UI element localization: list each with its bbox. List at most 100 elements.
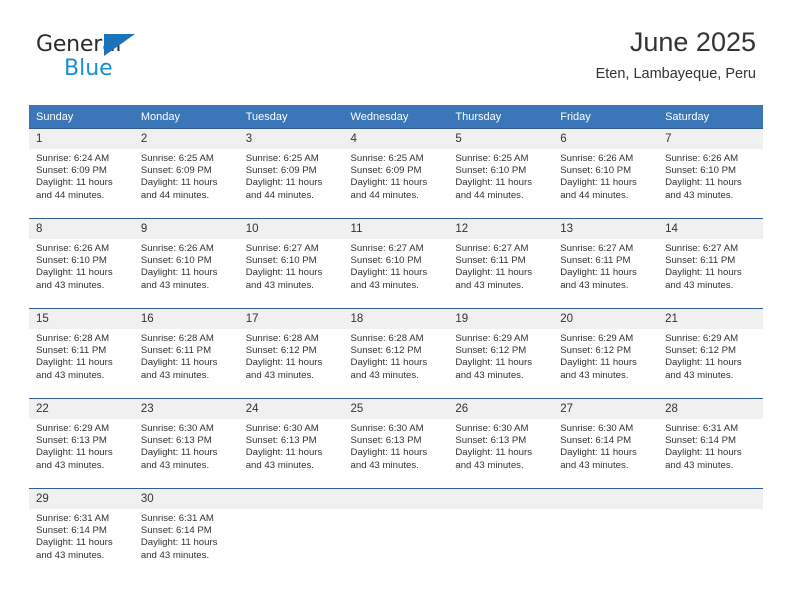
- calendar-day-cell-empty: [343, 488, 449, 578]
- sunset-text: Sunset: 6:13 PM: [36, 435, 107, 447]
- daylight-text-line1: Daylight: 11 hours: [560, 177, 637, 189]
- calendar-day-cell[interactable]: 11 Sunrise: 6:27 AM Sunset: 6:10 PM Dayligh…: [343, 218, 449, 309]
- sunset-text: Sunset: 6:09 PM: [245, 165, 317, 177]
- day-number: [448, 489, 554, 509]
- calendar-day-cell[interactable]: 2 Sunrise: 6:25 AM Sunset: 6:09 PM Daylight…: [133, 128, 239, 219]
- calendar-day-cell[interactable]: 21 Sunrise: 6:29 AM Sunset: 6:12 PM Dayligh…: [658, 308, 763, 399]
- day-info: Sunrise: 6:24 AM Sunset: 6:09 PM Daylight:…: [29, 149, 134, 202]
- daylight-text-line2: and 43 minutes.: [140, 549, 210, 561]
- calendar-day-cell[interactable]: 6 Sunrise: 6:26 AM Sunset: 6:10 PM Daylight…: [553, 128, 659, 219]
- daylight-text-line2: and 43 minutes.: [560, 369, 629, 381]
- weekday-header-wednesday: Wednesday: [343, 105, 449, 129]
- day-number: 9: [133, 219, 239, 239]
- day-cell-content: 29 Sunrise: 6:31 AM Sunset: 6:14 PM Dayligh…: [29, 489, 134, 578]
- calendar-day-cell[interactable]: 5 Sunrise: 6:25 AM Sunset: 6:10 PM Daylight…: [448, 128, 554, 219]
- day-cell-content: [553, 489, 659, 578]
- sunset-text: Sunset: 6:09 PM: [350, 165, 422, 177]
- calendar-day-cell[interactable]: 10 Sunrise: 6:27 AM Sunset: 6:10 PM Dayligh…: [238, 218, 344, 309]
- sunset-text: Sunset: 6:14 PM: [140, 525, 212, 537]
- sunrise-text: Sunrise: 6:26 AM: [36, 243, 110, 254]
- calendar-day-cell[interactable]: 24 Sunrise: 6:30 AM Sunset: 6:13 PM Dayligh…: [238, 398, 344, 489]
- day-cell-content: 1 Sunrise: 6:24 AM Sunset: 6:09 PM Daylight…: [29, 129, 134, 218]
- day-info: Sunrise: 6:27 AM Sunset: 6:10 PM Daylight:…: [239, 239, 344, 292]
- sunrise-text: Sunrise: 6:25 AM: [350, 153, 424, 164]
- sunrise-text: Sunrise: 6:29 AM: [665, 333, 739, 344]
- day-number: 11: [343, 219, 449, 239]
- day-info: Sunrise: 6:27 AM Sunset: 6:11 PM Daylight:…: [553, 239, 658, 292]
- day-number: 22: [29, 399, 134, 419]
- calendar-day-cell[interactable]: 25 Sunrise: 6:30 AM Sunset: 6:13 PM Dayligh…: [343, 398, 449, 489]
- daylight-text-line1: Daylight: 11 hours: [140, 267, 218, 279]
- calendar-day-cell[interactable]: 15 Sunrise: 6:28 AM Sunset: 6:11 PM Dayligh…: [29, 308, 134, 399]
- day-number: [238, 489, 344, 509]
- calendar-day-cell[interactable]: 19 Sunrise: 6:29 AM Sunset: 6:12 PM Dayligh…: [448, 308, 554, 399]
- calendar-day-cell[interactable]: 3 Sunrise: 6:25 AM Sunset: 6:09 PM Daylight…: [238, 128, 344, 219]
- day-cell-content: [238, 489, 344, 578]
- sunrise-text: Sunrise: 6:29 AM: [36, 423, 110, 434]
- calendar-day-cell[interactable]: 14 Sunrise: 6:27 AM Sunset: 6:11 PM Dayligh…: [658, 218, 763, 309]
- day-number: 14: [658, 219, 763, 239]
- calendar-day-cell[interactable]: 20 Sunrise: 6:29 AM Sunset: 6:12 PM Dayligh…: [553, 308, 659, 399]
- calendar-day-cell[interactable]: 9 Sunrise: 6:26 AM Sunset: 6:10 PM Daylight…: [133, 218, 239, 309]
- day-info: Sunrise: 6:29 AM Sunset: 6:12 PM Daylight:…: [553, 329, 658, 382]
- calendar-day-cell[interactable]: 12 Sunrise: 6:27 AM Sunset: 6:11 PM Dayligh…: [448, 218, 554, 309]
- day-info: Sunrise: 6:25 AM Sunset: 6:09 PM Daylight:…: [344, 149, 449, 202]
- day-number: 13: [553, 219, 659, 239]
- sunrise-text: Sunrise: 6:31 AM: [36, 513, 110, 524]
- day-info: Sunrise: 6:28 AM Sunset: 6:11 PM Daylight:…: [29, 329, 134, 382]
- day-info: Sunrise: 6:26 AM Sunset: 6:10 PM Daylight:…: [553, 149, 658, 202]
- day-info: Sunrise: 6:30 AM Sunset: 6:13 PM Daylight:…: [239, 419, 344, 472]
- day-info: Sunrise: 6:26 AM Sunset: 6:10 PM Daylight:…: [134, 239, 239, 292]
- calendar-day-cell[interactable]: 8 Sunrise: 6:26 AM Sunset: 6:10 PM Daylight…: [29, 218, 134, 309]
- sunset-text: Sunset: 6:09 PM: [140, 165, 212, 177]
- calendar-day-cell[interactable]: 29 Sunrise: 6:31 AM Sunset: 6:14 PM Dayligh…: [29, 488, 134, 578]
- brand-logo[interactable]: General Blue: [36, 33, 166, 83]
- day-number: 17: [238, 309, 344, 329]
- calendar-day-cell[interactable]: 28 Sunrise: 6:31 AM Sunset: 6:14 PM Dayligh…: [658, 398, 763, 489]
- calendar-day-cell[interactable]: 18 Sunrise: 6:28 AM Sunset: 6:12 PM Dayligh…: [343, 308, 449, 399]
- calendar-day-cell[interactable]: 1 Sunrise: 6:24 AM Sunset: 6:09 PM Daylight…: [29, 128, 134, 219]
- sunset-text: Sunset: 6:13 PM: [245, 435, 317, 447]
- calendar-day-cell[interactable]: 27 Sunrise: 6:30 AM Sunset: 6:14 PM Dayligh…: [553, 398, 659, 489]
- calendar-day-cell[interactable]: 26 Sunrise: 6:30 AM Sunset: 6:13 PM Dayligh…: [448, 398, 554, 489]
- day-info: Sunrise: 6:29 AM Sunset: 6:12 PM Daylight:…: [448, 329, 553, 382]
- calendar-week-row: 22 Sunrise: 6:29 AM Sunset: 6:13 PM Dayligh…: [29, 398, 763, 489]
- calendar-day-cell-empty: [238, 488, 344, 578]
- day-cell-content: 25 Sunrise: 6:30 AM Sunset: 6:13 PM Dayligh…: [343, 399, 449, 488]
- day-number: 15: [29, 309, 134, 329]
- daylight-text-line1: Daylight: 11 hours: [245, 177, 323, 189]
- weekday-header-sunday: Sunday: [29, 105, 134, 129]
- daylight-text-line1: Daylight: 11 hours: [455, 177, 532, 189]
- daylight-text-line1: Daylight: 11 hours: [350, 267, 428, 279]
- day-info: Sunrise: 6:25 AM Sunset: 6:09 PM Daylight:…: [134, 149, 239, 202]
- sunrise-text: Sunrise: 6:27 AM: [455, 243, 529, 254]
- day-number: 1: [29, 129, 134, 149]
- weekday-header-friday: Friday: [553, 105, 659, 129]
- calendar-day-cell[interactable]: 16 Sunrise: 6:28 AM Sunset: 6:11 PM Dayligh…: [133, 308, 239, 399]
- sunrise-text: Sunrise: 6:25 AM: [140, 153, 214, 164]
- day-number: [553, 489, 659, 509]
- calendar-day-cell[interactable]: 23 Sunrise: 6:30 AM Sunset: 6:13 PM Dayligh…: [133, 398, 239, 489]
- day-number: 27: [553, 399, 659, 419]
- calendar-day-cell[interactable]: 22 Sunrise: 6:29 AM Sunset: 6:13 PM Dayligh…: [29, 398, 134, 489]
- day-info: Sunrise: 6:27 AM Sunset: 6:11 PM Daylight:…: [658, 239, 763, 292]
- daylight-text-line2: and 43 minutes.: [665, 189, 734, 201]
- daylight-text-line2: and 43 minutes.: [140, 369, 210, 381]
- daylight-text-line1: Daylight: 11 hours: [560, 357, 637, 369]
- sunset-text: Sunset: 6:10 PM: [245, 255, 317, 267]
- sunrise-text: Sunrise: 6:30 AM: [560, 423, 634, 434]
- calendar-day-cell[interactable]: 7 Sunrise: 6:26 AM Sunset: 6:10 PM Daylight…: [658, 128, 763, 219]
- daylight-text-line2: and 43 minutes.: [560, 279, 629, 291]
- daylight-text-line1: Daylight: 11 hours: [455, 357, 532, 369]
- calendar-day-cell[interactable]: 4 Sunrise: 6:25 AM Sunset: 6:09 PM Daylight…: [343, 128, 449, 219]
- day-info: Sunrise: 6:25 AM Sunset: 6:10 PM Daylight:…: [448, 149, 553, 202]
- sunset-text: Sunset: 6:11 PM: [665, 255, 736, 267]
- page-subtitle: Eten, Lambayeque, Peru: [595, 66, 756, 82]
- day-number: 29: [29, 489, 134, 509]
- calendar-day-cell[interactable]: 13 Sunrise: 6:27 AM Sunset: 6:11 PM Dayligh…: [553, 218, 659, 309]
- calendar-day-cell[interactable]: 17 Sunrise: 6:28 AM Sunset: 6:12 PM Dayligh…: [238, 308, 344, 399]
- calendar-day-cell[interactable]: 30 Sunrise: 6:31 AM Sunset: 6:14 PM Dayligh…: [133, 488, 239, 578]
- day-cell-content: 22 Sunrise: 6:29 AM Sunset: 6:13 PM Dayligh…: [29, 399, 134, 488]
- sunset-text: Sunset: 6:10 PM: [455, 165, 527, 177]
- sunset-text: Sunset: 6:10 PM: [350, 255, 422, 267]
